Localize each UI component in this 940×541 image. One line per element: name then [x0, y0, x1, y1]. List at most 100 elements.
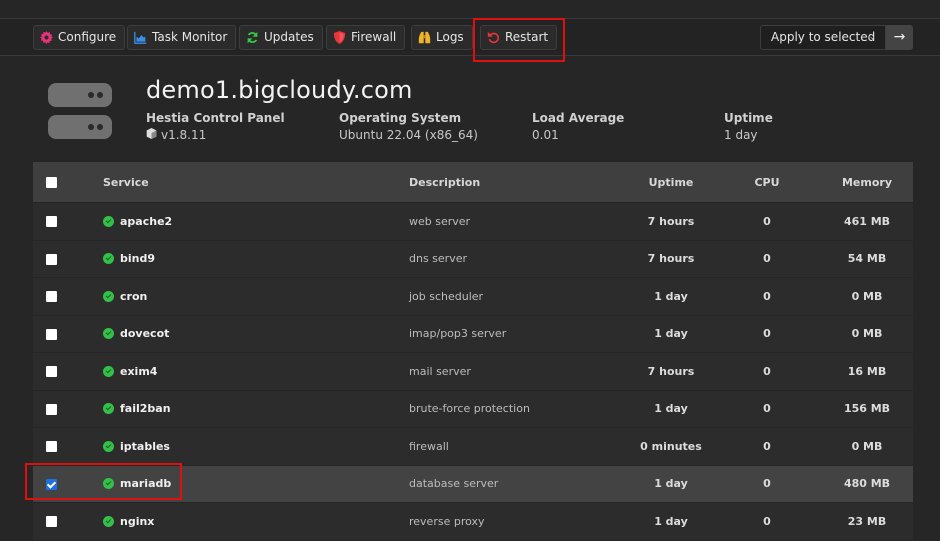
service-name[interactable]: exim4: [120, 365, 157, 378]
table-row[interactable]: apache2 web server 7 hours 0 461 MB: [33, 202, 913, 240]
service-name[interactable]: cron: [120, 290, 147, 303]
service-uptime: 0 minutes: [640, 439, 702, 453]
service-memory: 461 MB: [843, 214, 891, 228]
header-cpu[interactable]: CPU: [713, 176, 821, 189]
status-ok-icon: [103, 403, 114, 415]
service-cpu: 0: [763, 402, 771, 416]
load-label: Load Average: [532, 111, 625, 125]
service-uptime: 7 hours: [647, 252, 695, 266]
bulk-action-select[interactable]: Apply to selected ⌄: [760, 25, 886, 50]
service-uptime: 1 day: [654, 402, 688, 416]
configure-label: Configure: [58, 30, 117, 44]
logs-label: Logs: [436, 30, 464, 44]
service-memory: 23 MB: [847, 514, 887, 528]
service-memory: 0 MB: [851, 289, 883, 303]
chart-area-icon: [134, 31, 147, 44]
table-row[interactable]: iptables firewall 0 minutes 0 0 MB: [33, 427, 913, 465]
updates-label: Updates: [264, 30, 314, 44]
service-memory: 156 MB: [843, 402, 891, 416]
chevron-down-icon: ⌄: [868, 32, 876, 42]
service-cpu: 0: [763, 477, 771, 491]
panel-label: Hestia Control Panel: [146, 111, 285, 125]
table-row[interactable]: mariadb database server 1 day 0 480 MB: [33, 464, 913, 502]
service-description: brute-force protection: [409, 402, 530, 416]
server-icon-bottom: [48, 115, 112, 139]
service-description: web server: [409, 214, 471, 228]
status-ok-icon: [103, 290, 114, 302]
service-description: imap/pop3 server: [409, 327, 507, 341]
service-name[interactable]: dovecot: [120, 327, 169, 340]
service-cpu: 0: [763, 364, 771, 378]
row-checkbox[interactable]: [46, 403, 57, 415]
status-ok-icon: [103, 365, 114, 377]
os-value: Ubuntu 22.04 (x86_64): [339, 128, 478, 142]
undo-icon: [487, 31, 500, 44]
logs-button[interactable]: Logs: [411, 25, 473, 50]
configure-button[interactable]: Configure: [33, 25, 126, 50]
service-description: mail server: [409, 364, 471, 378]
service-name[interactable]: apache2: [120, 215, 172, 228]
binoculars-icon: [418, 31, 431, 44]
header-description[interactable]: Description: [409, 176, 629, 189]
row-checkbox[interactable]: [46, 516, 57, 528]
status-ok-icon: [103, 253, 114, 265]
row-checkbox[interactable]: [46, 441, 57, 453]
status-ok-icon: [103, 478, 114, 490]
service-name[interactable]: nginx: [120, 515, 154, 528]
service-uptime: 1 day: [654, 477, 688, 491]
table-row[interactable]: exim4 mail server 7 hours 0 16 MB: [33, 352, 913, 390]
bulk-action-selected: Apply to selected: [771, 30, 876, 44]
restart-label: Restart: [505, 30, 549, 44]
restart-button[interactable]: Restart: [480, 25, 558, 50]
apply-button[interactable]: →: [886, 25, 913, 50]
row-checkbox[interactable]: [46, 216, 57, 228]
table-header: Service Description Uptime CPU Memory: [33, 162, 913, 202]
header-memory[interactable]: Memory: [821, 176, 913, 189]
gear-icon: [40, 31, 53, 44]
service-memory: 0 MB: [851, 327, 883, 341]
panel-version: v1.8.11: [146, 128, 206, 142]
header-service[interactable]: Service: [103, 176, 409, 189]
service-uptime: 1 day: [654, 327, 688, 341]
status-ok-icon: [103, 515, 114, 527]
service-description: reverse proxy: [409, 514, 485, 528]
cube-icon: [146, 128, 157, 142]
service-name[interactable]: fail2ban: [120, 402, 171, 415]
service-uptime: 7 hours: [647, 214, 695, 228]
status-ok-icon: [103, 215, 114, 227]
service-cpu: 0: [763, 514, 771, 528]
table-row[interactable]: dovecot imap/pop3 server 1 day 0 0 MB: [33, 314, 913, 352]
service-name[interactable]: mariadb: [120, 477, 171, 490]
status-ok-icon: [103, 328, 114, 340]
service-name[interactable]: iptables: [120, 440, 170, 453]
row-checkbox[interactable]: [46, 328, 57, 340]
service-uptime: 1 day: [654, 289, 688, 303]
service-cpu: 0: [763, 252, 771, 266]
updates-button[interactable]: Updates: [239, 25, 323, 50]
header-uptime[interactable]: Uptime: [629, 176, 713, 189]
service-memory: 54 MB: [847, 252, 887, 266]
table-row[interactable]: cron job scheduler 1 day 0 0 MB: [33, 277, 913, 315]
uptime-label: Uptime: [724, 111, 773, 125]
table-row[interactable]: fail2ban brute-force protection 1 day 0 …: [33, 389, 913, 427]
service-memory: 480 MB: [843, 477, 891, 491]
table-row[interactable]: nginx reverse proxy 1 day 0 23 MB: [33, 502, 913, 540]
service-description: database server: [409, 477, 499, 491]
row-checkbox[interactable]: [46, 366, 57, 378]
server-hostname: demo1.bigcloudy.com: [146, 76, 413, 104]
service-cpu: 0: [763, 327, 771, 341]
row-checkbox[interactable]: [46, 291, 57, 303]
firewall-label: Firewall: [351, 30, 397, 44]
service-cpu: 0: [763, 439, 771, 453]
panel-version-text: v1.8.11: [161, 128, 207, 142]
task-monitor-button[interactable]: Task Monitor: [127, 25, 237, 50]
arrow-right-icon: →: [893, 29, 906, 45]
task-monitor-label: Task Monitor: [152, 30, 228, 44]
table-row[interactable]: bind9 dns server 7 hours 0 54 MB: [33, 239, 913, 277]
service-memory: 16 MB: [847, 364, 887, 378]
row-checkbox[interactable]: [46, 478, 57, 490]
firewall-button[interactable]: Firewall: [326, 25, 406, 50]
row-checkbox[interactable]: [46, 253, 57, 265]
service-name[interactable]: bind9: [120, 252, 155, 265]
select-all-checkbox[interactable]: [46, 177, 57, 188]
